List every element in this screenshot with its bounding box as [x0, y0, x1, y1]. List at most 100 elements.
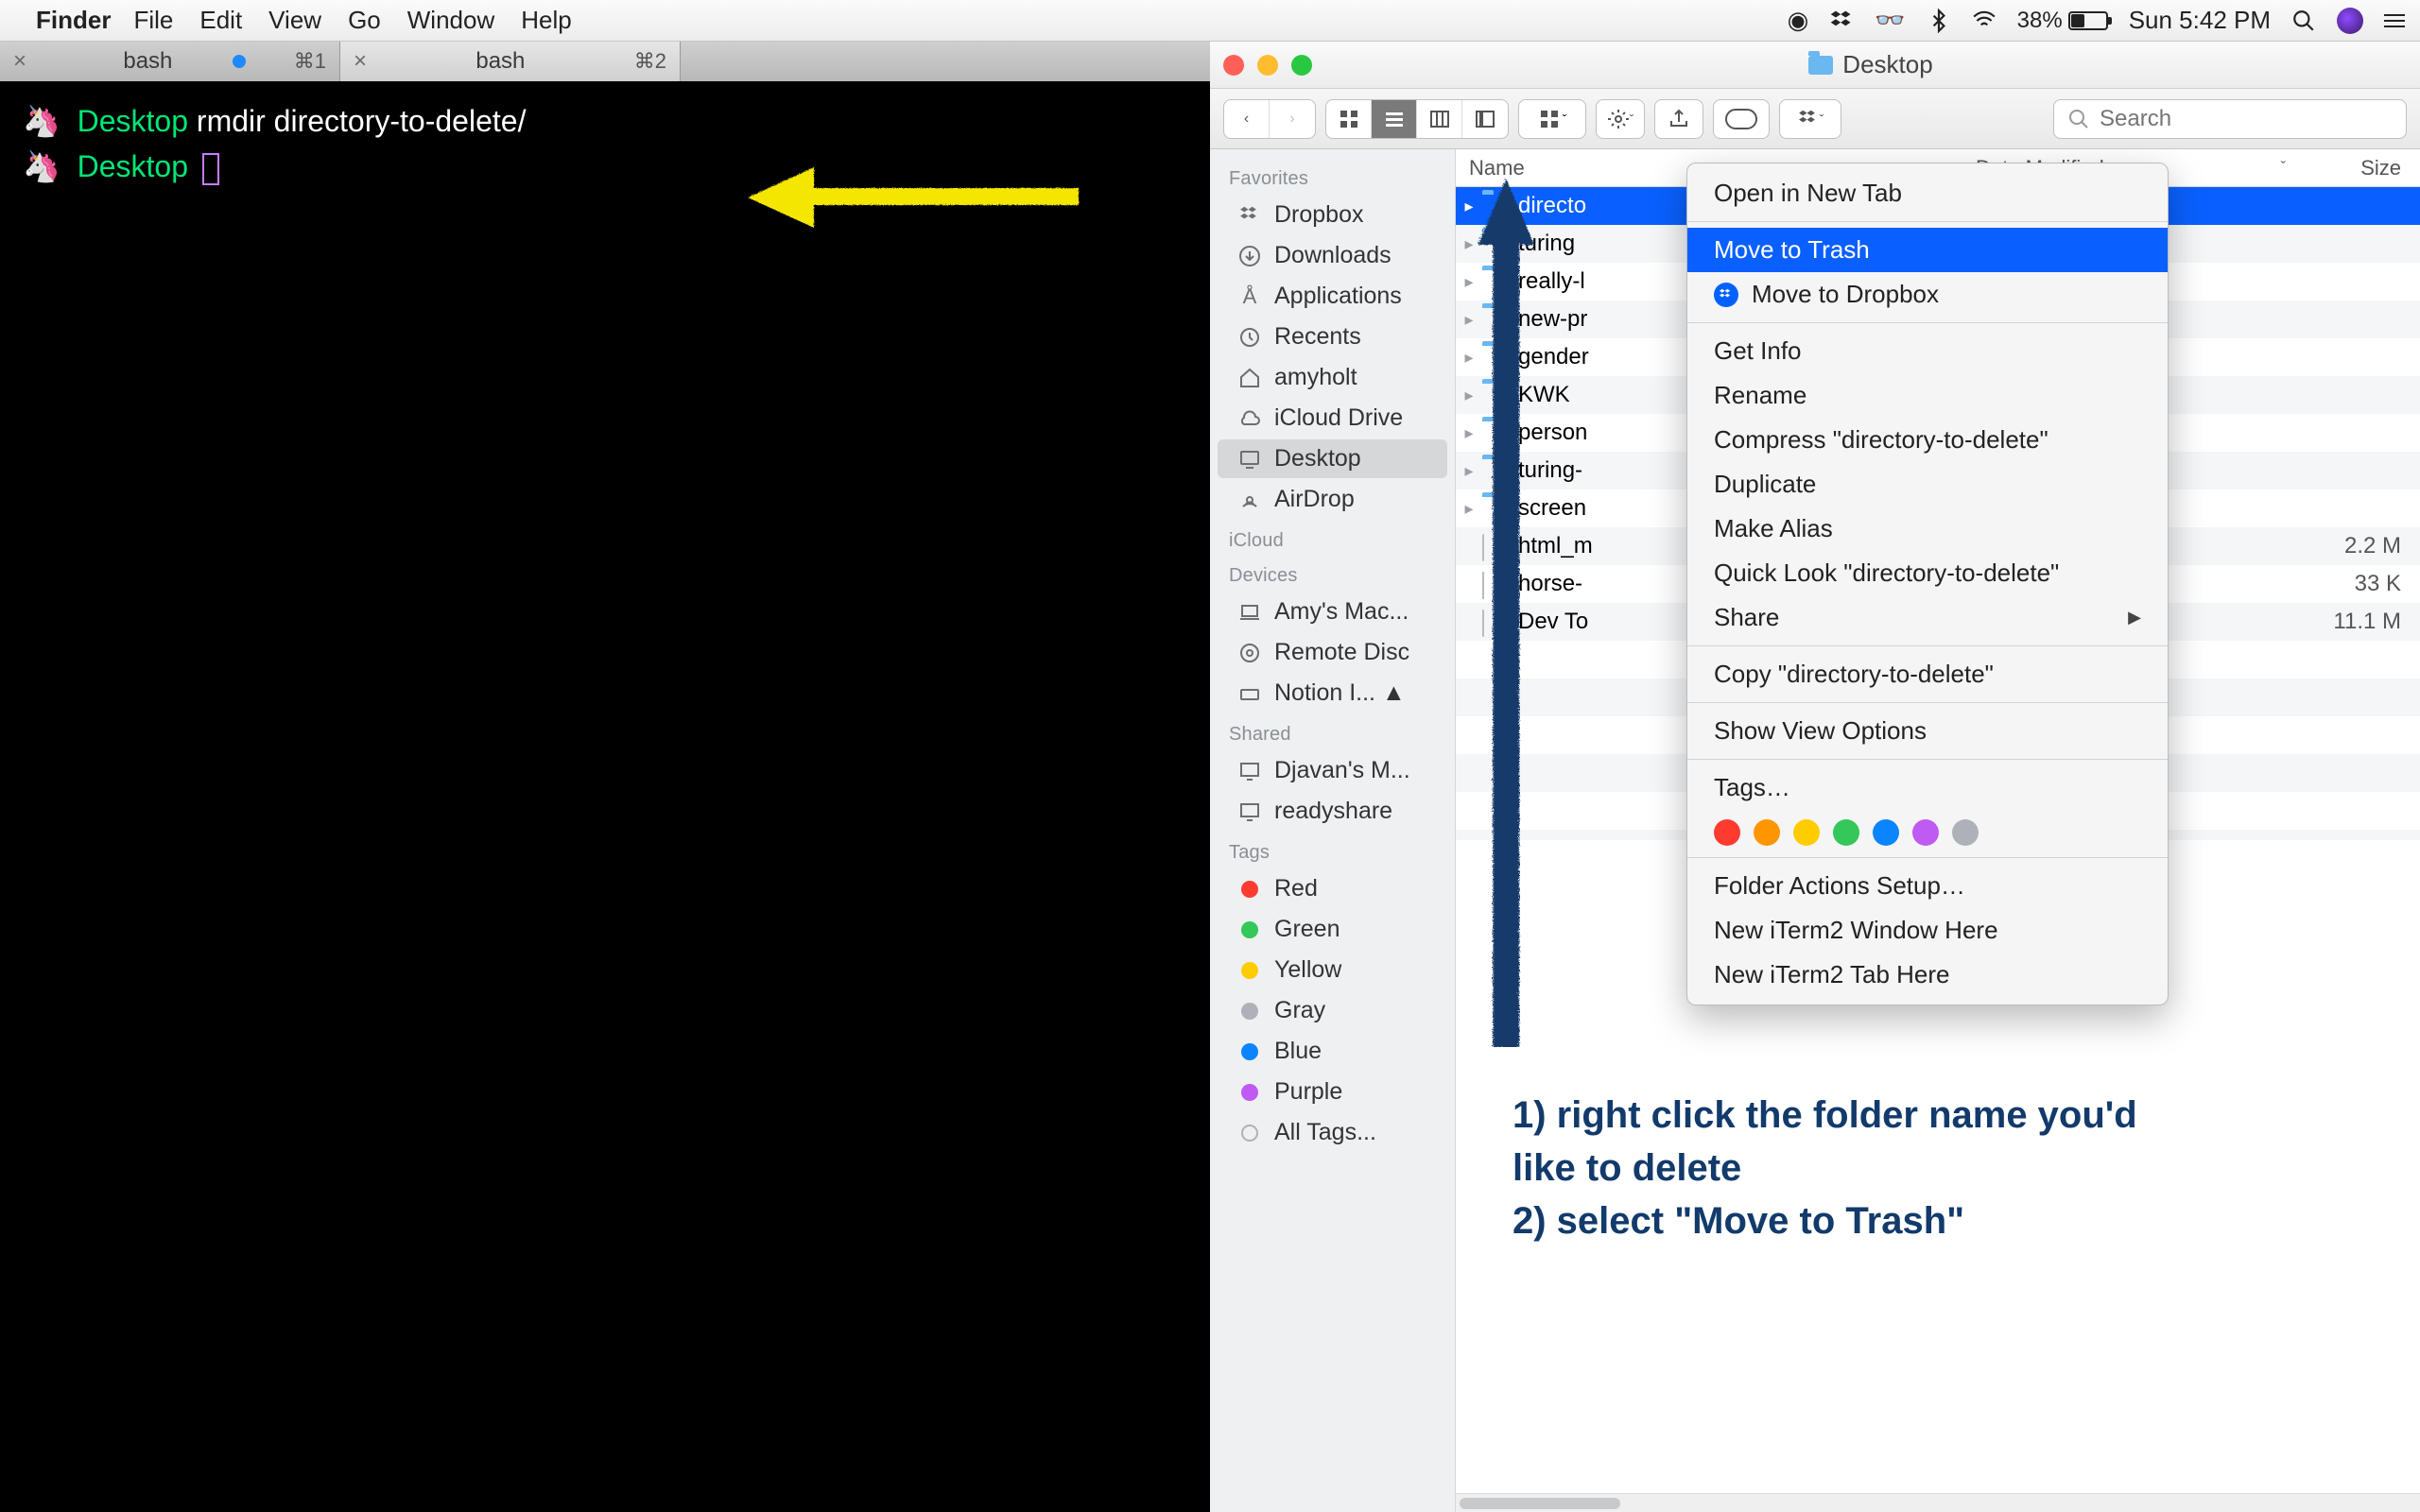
tag-color-dot[interactable] [1952, 819, 1979, 846]
siri-icon[interactable] [2337, 8, 2363, 34]
context-menu-item[interactable]: Move to Trash [1687, 228, 2168, 272]
finder-search-input[interactable] [2100, 106, 2393, 132]
sidebar-item[interactable]: Red [1218, 869, 1447, 908]
wifi-icon[interactable] [1972, 9, 1996, 33]
sidebar-item[interactable]: ÅApplications [1218, 277, 1447, 316]
sidebar-item[interactable]: iCloud Drive [1218, 399, 1447, 438]
context-menu-item[interactable]: New iTerm2 Window Here [1687, 908, 2168, 953]
sidebar-item[interactable]: Blue [1218, 1032, 1447, 1071]
disclosure-triangle[interactable]: ▸ [1456, 272, 1482, 292]
menu-window[interactable]: Window [407, 6, 494, 35]
column-header-size[interactable]: Size [2297, 156, 2420, 180]
tags-button[interactable] [1713, 99, 1770, 139]
window-zoom-button[interactable] [1291, 55, 1312, 76]
sidebar-item[interactable]: amyholt [1218, 358, 1447, 397]
context-menu-item[interactable]: Rename [1687, 373, 2168, 418]
context-menu-item[interactable]: Get Info [1687, 329, 2168, 373]
nav-forward-button[interactable]: › [1270, 100, 1315, 138]
menu-help[interactable]: Help [521, 6, 571, 35]
disclosure-triangle[interactable]: ▸ [1456, 197, 1482, 216]
menubar-app-name[interactable]: Finder [36, 6, 111, 35]
bluetooth-icon[interactable] [1927, 9, 1951, 33]
battery-status[interactable]: 38% [2017, 8, 2108, 34]
sidebar-item[interactable]: Green [1218, 910, 1447, 949]
view-list-button[interactable] [1372, 100, 1417, 138]
dropbox-icon [1714, 283, 1738, 307]
context-menu-item[interactable]: Show View Options [1687, 709, 2168, 753]
sidebar-item-label: Amy's Mac... [1274, 598, 1409, 626]
sidebar-item[interactable]: Amy's Mac... [1218, 593, 1447, 631]
window-traffic-lights [1223, 55, 1312, 76]
terminal-tab-1[interactable]: × bash ⌘1 [0, 42, 340, 81]
context-menu-item[interactable]: Compress "directory-to-delete" [1687, 418, 2168, 462]
terminal-body[interactable]: 🦄 Desktop rmdir directory-to-delete/ 🦄 D… [0, 81, 1210, 1512]
scrollbar-thumb[interactable] [1460, 1498, 1620, 1509]
menubar-clock[interactable]: Sun 5:42 PM [2129, 6, 2271, 35]
tag-color-dot[interactable] [1754, 819, 1780, 846]
window-minimize-button[interactable] [1257, 55, 1278, 76]
context-menu-item[interactable]: Move to Dropbox [1687, 272, 2168, 317]
sidebar-item[interactable]: Desktop [1218, 439, 1447, 478]
context-menu: Open in New Tab Move to TrashMove to Drop… [1686, 163, 2169, 1005]
sidebar-item[interactable]: Notion I... ▲ [1218, 674, 1447, 713]
nav-back-button[interactable]: ‹ [1224, 100, 1270, 138]
sidebar-item[interactable]: Downloads [1218, 236, 1447, 275]
sidebar-item[interactable]: Gray [1218, 991, 1447, 1030]
view-column-button[interactable] [1417, 100, 1462, 138]
sidebar-item[interactable]: Purple [1218, 1073, 1447, 1111]
sidebar-item[interactable]: AirDrop [1218, 480, 1447, 519]
disclosure-triangle[interactable]: ▸ [1456, 423, 1482, 443]
terminal-tab-2[interactable]: × bash ⌘2 [340, 42, 681, 81]
disclosure-triangle[interactable]: ▸ [1456, 310, 1482, 330]
dropbox-toolbar-button[interactable]: ˇ [1779, 99, 1841, 139]
disclosure-triangle[interactable]: ▸ [1456, 386, 1482, 405]
disclosure-triangle[interactable]: ▸ [1456, 461, 1482, 481]
menu-view[interactable]: View [268, 6, 321, 35]
group-by-button[interactable]: ˇ [1518, 99, 1586, 139]
context-menu-item[interactable]: Quick Look "directory-to-delete" [1687, 551, 2168, 595]
disclosure-triangle[interactable]: ▸ [1456, 234, 1482, 254]
menu-edit[interactable]: Edit [199, 6, 242, 35]
sidebar-item[interactable]: Recents [1218, 318, 1447, 356]
view-gallery-button[interactable] [1462, 100, 1508, 138]
folder-icon [1482, 346, 1511, 369]
tag-color-dot[interactable] [1833, 819, 1859, 846]
context-menu-item[interactable]: New iTerm2 Tab Here [1687, 953, 2168, 997]
menu-file[interactable]: File [133, 6, 173, 35]
tag-icon [1236, 1125, 1263, 1142]
horizontal-scrollbar[interactable] [1456, 1493, 2420, 1512]
sidebar-item[interactable]: Djavan's M... [1218, 751, 1447, 790]
dropbox-menubar-icon[interactable] [1829, 9, 1854, 33]
context-menu-item[interactable]: Duplicate [1687, 462, 2168, 507]
tab-close-icon[interactable]: × [354, 48, 367, 75]
disclosure-triangle[interactable]: ▸ [1456, 499, 1482, 519]
sidebar-item[interactable]: readyshare [1218, 792, 1447, 831]
tag-color-dot[interactable] [1873, 819, 1899, 846]
spotlight-icon[interactable] [2291, 9, 2316, 33]
context-menu-item[interactable]: Folder Actions Setup… [1687, 864, 2168, 908]
glasses-icon[interactable]: 👓 [1875, 6, 1905, 35]
share-button[interactable] [1654, 99, 1703, 139]
context-menu-item[interactable]: Copy "directory-to-delete" [1687, 652, 2168, 696]
tag-color-dot[interactable] [1793, 819, 1820, 846]
record-icon[interactable]: ◉ [1788, 6, 1809, 35]
view-icon-button[interactable] [1326, 100, 1372, 138]
window-close-button[interactable] [1223, 55, 1244, 76]
finder-search-field[interactable] [2053, 99, 2407, 139]
context-menu-item[interactable]: Make Alias [1687, 507, 2168, 551]
disclosure-triangle[interactable]: ▸ [1456, 348, 1482, 368]
tab-close-icon[interactable]: × [13, 48, 26, 75]
tag-color-dot[interactable] [1912, 819, 1939, 846]
disc-icon [1236, 642, 1263, 664]
context-menu-item[interactable]: Tags… [1687, 765, 2168, 810]
sidebar-item[interactable]: Dropbox [1218, 196, 1447, 234]
sidebar-item[interactable]: All Tags... [1218, 1113, 1447, 1152]
context-menu-item[interactable]: Open in New Tab [1687, 171, 2168, 215]
sidebar-item[interactable]: Yellow [1218, 951, 1447, 989]
notification-center-icon[interactable] [2384, 14, 2405, 27]
menu-go[interactable]: Go [348, 6, 381, 35]
sidebar-item[interactable]: Remote Disc [1218, 633, 1447, 672]
context-menu-item[interactable]: Share▶ [1687, 595, 2168, 640]
action-menu-button[interactable]: ˇ [1596, 99, 1645, 139]
tag-color-dot[interactable] [1714, 819, 1740, 846]
